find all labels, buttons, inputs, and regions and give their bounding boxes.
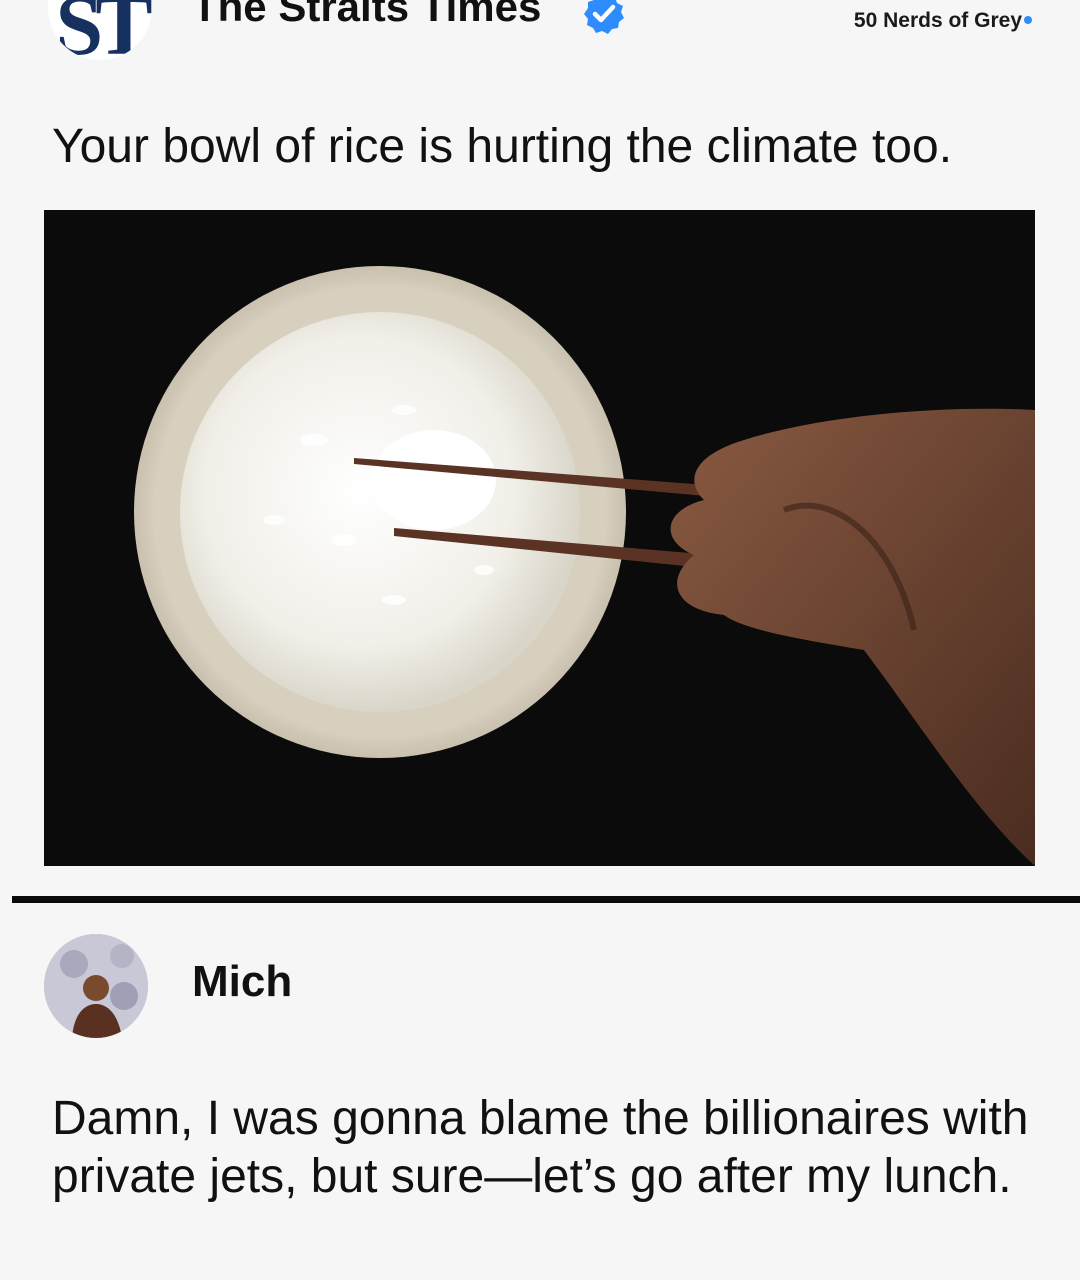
account-name[interactable]: The Straits Times — [192, 0, 541, 28]
logo-text: ST — [55, 0, 152, 60]
post-image[interactable] — [44, 210, 1035, 866]
reply-author[interactable]: Mich — [192, 957, 292, 1006]
rice-bowl-photo-icon — [44, 210, 1035, 866]
verified-badge-icon — [584, 0, 624, 34]
profile-photo-icon — [44, 934, 148, 1038]
post-header: ST The Straits Times 50 Nerds of Grey — [0, 0, 1080, 60]
watermark-text: 50 Nerds of Grey — [853, 9, 1022, 32]
avatar[interactable] — [44, 934, 148, 1038]
post-headline: Your bowl of rice is hurting the climate… — [52, 120, 953, 173]
straits-times-logo[interactable]: ST — [48, 0, 152, 60]
section-divider — [12, 896, 1080, 903]
reply-text: Damn, I was gonna blame the billionaires… — [52, 1092, 1029, 1203]
watermark-badge-icon — [1024, 16, 1032, 24]
